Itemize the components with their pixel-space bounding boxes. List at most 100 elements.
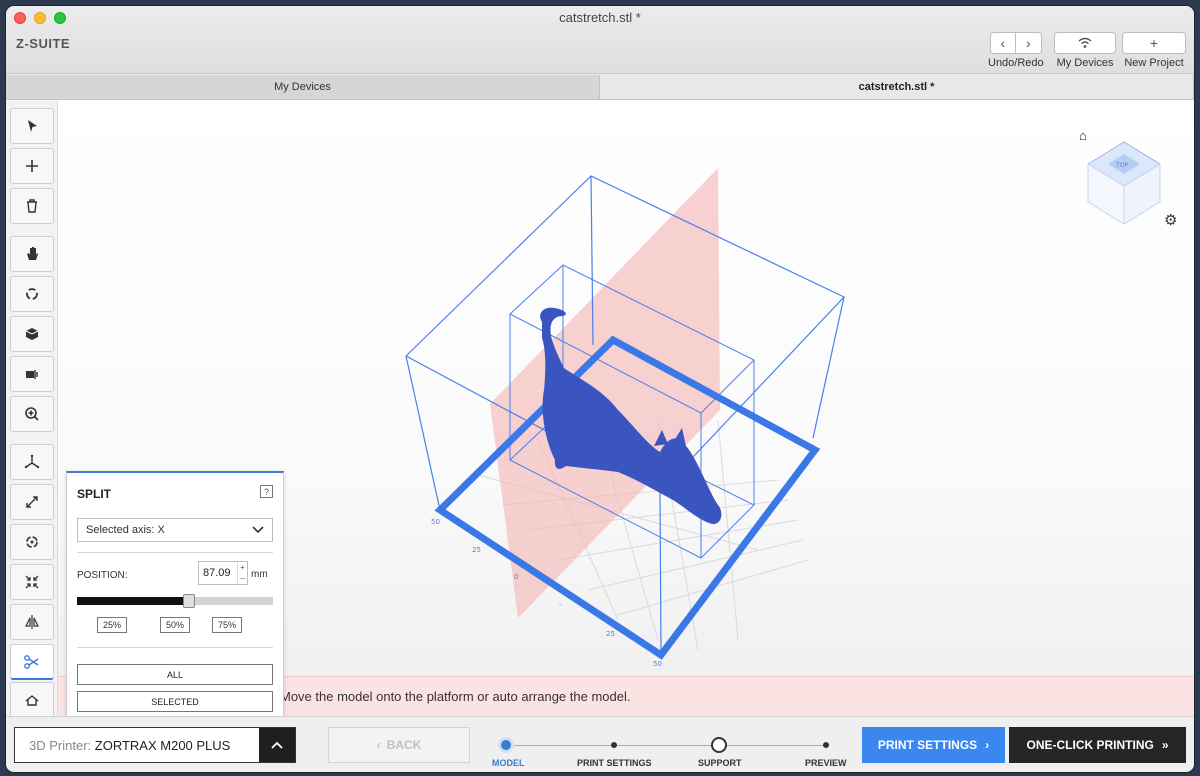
fit-view-icon — [26, 370, 38, 379]
step-label-model[interactable]: MODEL — [492, 758, 525, 768]
printer-name: ZORTRAX M200 PLUS — [94, 737, 231, 753]
redo-button[interactable]: › — [1015, 32, 1042, 54]
my-devices-label: My Devices — [1056, 57, 1114, 69]
slider-thumb[interactable] — [182, 594, 195, 608]
position-value: 87.09 — [203, 567, 231, 579]
chevron-up-icon — [271, 741, 283, 749]
one-click-printing-button[interactable]: ONE-CLICK PRINTING » — [1009, 727, 1186, 763]
back-label: BACK — [386, 738, 422, 752]
rotate-model-icon — [26, 536, 38, 548]
printer-prefix: 3D Printer: — [29, 737, 92, 753]
chevron-right-icon: › — [1025, 35, 1031, 51]
step-label-print-settings[interactable]: PRINT SETTINGS — [577, 758, 652, 768]
split-tool-button[interactable] — [10, 644, 54, 680]
zoom-icon — [25, 407, 39, 421]
step-label-support[interactable]: SUPPORT — [698, 758, 742, 768]
svg-text:-: - — [559, 601, 562, 609]
left-toolbar — [6, 100, 58, 718]
place-on-platform-icon — [25, 695, 39, 706]
divider — [77, 552, 273, 553]
axis-select-value: Selected axis: X — [86, 524, 165, 536]
svg-text:25: 25 — [472, 546, 481, 554]
cube-view-icon — [25, 328, 39, 340]
new-project-button[interactable]: + — [1122, 32, 1186, 54]
my-devices-button[interactable] — [1054, 32, 1116, 54]
scale-icon — [26, 496, 38, 508]
zoom-button[interactable] — [10, 396, 54, 432]
printer-selector[interactable]: 3D Printer: ZORTRAX M200 PLUS — [14, 727, 296, 763]
place-on-platform-button[interactable] — [10, 682, 54, 718]
double-chevron-right-icon: » — [1161, 738, 1169, 752]
help-icon[interactable]: ? — [260, 485, 273, 498]
step-model-indicator[interactable] — [498, 737, 514, 753]
cube-view-button[interactable] — [10, 316, 54, 352]
step-print-settings-indicator[interactable] — [611, 742, 617, 748]
step-support-indicator[interactable] — [711, 737, 727, 753]
position-unit: mm — [251, 569, 268, 580]
mirror-tool-button[interactable] — [10, 604, 54, 640]
print-settings-label: PRINT SETTINGS — [877, 738, 978, 752]
gear-icon[interactable]: ⚙ — [1164, 211, 1177, 229]
print-settings-button[interactable]: PRINT SETTINGS › — [862, 727, 1005, 763]
fit-view-button[interactable] — [10, 356, 54, 392]
step-preview-indicator[interactable] — [823, 742, 829, 748]
nav-cube-label: TOP — [1115, 162, 1128, 169]
increment-icon[interactable]: + — [240, 563, 245, 572]
position-label: POSITION: — [77, 570, 128, 581]
rotate-model-button[interactable] — [10, 524, 54, 560]
svg-text:25: 25 — [606, 630, 615, 638]
divider — [77, 647, 273, 648]
auto-arrange-icon — [25, 575, 39, 589]
pan-view-button[interactable] — [10, 236, 54, 272]
plus-icon: + — [1149, 35, 1159, 51]
warning-message: Move the model onto the platform or auto… — [280, 689, 631, 704]
bottom-bar: 3D Printer: ZORTRAX M200 PLUS ‹ BACK MOD… — [6, 716, 1194, 772]
undo-button[interactable]: ‹ — [989, 32, 1016, 54]
move-tool-button[interactable] — [10, 444, 54, 480]
chevron-left-icon: ‹ — [1000, 35, 1006, 51]
scale-tool-button[interactable] — [10, 484, 54, 520]
axis-select[interactable]: Selected axis: X — [77, 518, 273, 542]
scissors-icon — [24, 654, 39, 669]
undo-redo-group: ‹ › Undo/Redo — [988, 32, 1044, 69]
preset-25-button[interactable]: 25% — [97, 617, 127, 633]
add-model-button[interactable] — [10, 148, 54, 184]
move-icon — [24, 454, 40, 469]
slider-fill — [77, 597, 189, 605]
svg-text:0: 0 — [514, 573, 518, 581]
split-title: SPLIT — [77, 487, 112, 501]
app-window: catstretch.stl * Z-SUITE ‹ › Undo/Redo M… — [6, 6, 1194, 772]
position-stepper[interactable]: + – — [237, 562, 247, 584]
select-tool-button[interactable] — [10, 108, 54, 144]
split-all-button[interactable]: ALL — [77, 664, 273, 685]
new-project-label: New Project — [1124, 57, 1184, 69]
app-logo: Z-SUITE — [16, 36, 71, 51]
position-slider[interactable] — [77, 594, 273, 608]
trash-icon — [27, 199, 37, 213]
split-selected-button[interactable]: SELECTED — [77, 691, 273, 712]
svg-text:50: 50 — [431, 518, 440, 526]
tab-catstretch[interactable]: catstretch.stl * — [600, 75, 1194, 99]
chevron-left-icon: ‹ — [376, 738, 381, 752]
pan-hand-icon — [27, 247, 38, 260]
tab-strip: My Devices catstretch.stl * — [6, 75, 1194, 100]
printer-label: 3D Printer: ZORTRAX M200 PLUS — [15, 738, 259, 753]
nav-cube[interactable]: TOP — [1078, 136, 1168, 228]
svg-text:50: 50 — [653, 660, 662, 668]
delete-model-button[interactable] — [10, 188, 54, 224]
rotate-view-button[interactable] — [10, 276, 54, 312]
preset-50-button[interactable]: 50% — [160, 617, 190, 633]
rotate-view-icon — [26, 288, 38, 300]
undo-redo-label: Undo/Redo — [988, 57, 1044, 69]
auto-arrange-button[interactable] — [10, 564, 54, 600]
printer-expand-button[interactable] — [259, 728, 295, 762]
back-button[interactable]: ‹ BACK — [328, 727, 470, 763]
decrement-icon[interactable]: – — [240, 574, 244, 583]
chevron-right-icon: › — [985, 738, 990, 752]
preset-75-button[interactable]: 75% — [212, 617, 242, 633]
tab-my-devices[interactable]: My Devices — [6, 75, 600, 99]
step-label-preview[interactable]: PREVIEW — [805, 758, 847, 768]
new-project-group: + New Project — [1122, 32, 1186, 69]
add-icon — [26, 160, 38, 172]
progress-line — [506, 745, 826, 746]
